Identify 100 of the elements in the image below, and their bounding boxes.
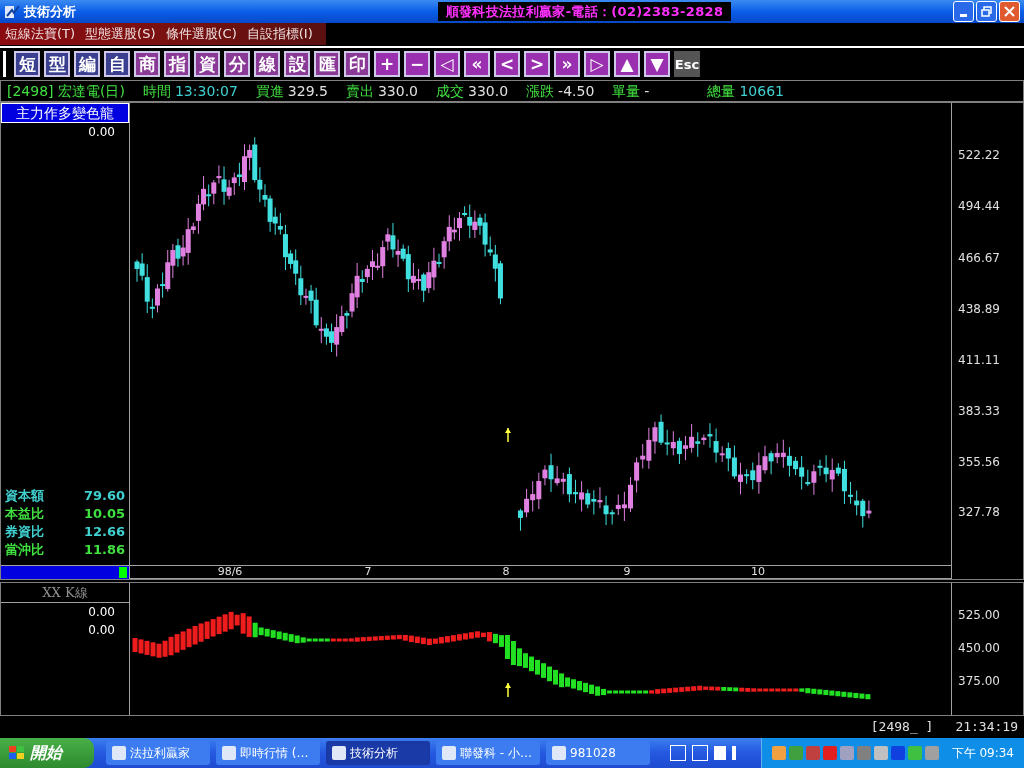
tray-icon[interactable]: [856, 746, 871, 760]
stock-symbol: [2498] 宏達電(日): [7, 81, 125, 101]
price-axis-label: 327.78: [958, 504, 1000, 521]
toolbar-button[interactable]: ◁: [434, 51, 460, 77]
tray-icon[interactable]: [924, 746, 939, 760]
toolbar-button[interactable]: ▷: [584, 51, 610, 77]
stat-label: 當沖比: [5, 541, 44, 560]
toolbar-button[interactable]: »: [554, 51, 580, 77]
taskbar-task[interactable]: 法拉利贏家: [106, 741, 210, 765]
status-time: 21:34:19: [955, 718, 1018, 737]
stat-value: 10.05: [83, 505, 125, 524]
escape-button[interactable]: Esc: [674, 51, 700, 77]
price-axis-label: 438.89: [958, 301, 1000, 318]
price-axis-label: 355.56: [958, 454, 1000, 471]
toolbar-button[interactable]: 商: [134, 51, 160, 77]
tray-icon[interactable]: [890, 746, 905, 760]
indicator-value: 0.00: [88, 124, 115, 141]
quote-label: 總量: [707, 81, 736, 101]
restore-icon: [981, 6, 992, 17]
arrow-marker-icon: [505, 427, 511, 443]
tray-icon[interactable]: [822, 746, 837, 760]
ime-icon[interactable]: [692, 745, 708, 761]
date-label: 98/6: [217, 566, 243, 578]
quote-value: 330.0: [377, 81, 418, 101]
quote-value: 10661: [739, 81, 784, 101]
close-icon: [1004, 6, 1015, 17]
stat-value: 79.60: [83, 487, 125, 506]
close-button[interactable]: [999, 1, 1020, 22]
toolbar-button[interactable]: 印: [344, 51, 370, 77]
stat-label: 資本額: [5, 487, 44, 506]
toolbar-button[interactable]: ▲: [614, 51, 640, 77]
toolbar-button[interactable]: 自: [104, 51, 130, 77]
stat-label: 本益比: [5, 505, 44, 524]
value-axis-label: 525.00: [958, 607, 1000, 624]
toolbar-button[interactable]: ▼: [644, 51, 670, 77]
toolbar-button[interactable]: 編: [74, 51, 100, 77]
quote-label: 成交: [436, 81, 464, 101]
price-axis-label: 522.22: [958, 147, 1000, 164]
toolbar-button[interactable]: 線: [254, 51, 280, 77]
tray-icon[interactable]: [788, 746, 803, 760]
chart-app-icon: [4, 3, 20, 20]
clock: 下午 09:34: [951, 745, 1014, 762]
stat-label: 券資比: [5, 523, 44, 542]
toolbar-button[interactable]: −: [404, 51, 430, 77]
minimize-button[interactable]: [953, 1, 974, 22]
toolbar-button[interactable]: >: [524, 51, 550, 77]
quote-label: 單量: [612, 81, 641, 101]
quote-label: 買進: [255, 81, 284, 101]
toolbar-button[interactable]: «: [464, 51, 490, 77]
restore-button[interactable]: [976, 1, 997, 22]
toolbar-button[interactable]: 指: [164, 51, 190, 77]
toolbar-button[interactable]: 分: [224, 51, 250, 77]
window-title: 技術分析: [24, 2, 76, 21]
status-code: [2498_ ]: [870, 718, 934, 737]
menu-item[interactable]: 自設指標(I): [241, 23, 318, 45]
menu-item[interactable]: 短線法寶(T): [0, 23, 81, 45]
taskbar-task[interactable]: 技術分析: [326, 741, 430, 765]
taskbar-task[interactable]: 981028: [546, 741, 650, 765]
date-label: 9: [623, 566, 631, 578]
price-axis-label: 383.33: [958, 403, 1000, 420]
date-label: 8: [502, 566, 510, 578]
menu-item[interactable]: 型態選股(S): [80, 23, 161, 45]
toolbar-button[interactable]: 資: [194, 51, 220, 77]
indicator-value: 0.00: [88, 622, 115, 639]
toolbar-button[interactable]: <: [494, 51, 520, 77]
tray-icon[interactable]: [839, 746, 854, 760]
toolbar-button[interactable]: 型: [44, 51, 70, 77]
toolbar-button[interactable]: +: [374, 51, 400, 77]
tray-icon[interactable]: [771, 746, 786, 760]
quote-label: 賣出: [345, 81, 374, 101]
quote-value: 13:30:07: [174, 81, 238, 101]
arrow-marker-icon: [505, 682, 511, 698]
banner-text: 順發科技法拉利贏家-電話：(02)2383-2828: [437, 2, 732, 21]
toolbar-button[interactable]: 匯: [314, 51, 340, 77]
tray-icon[interactable]: [873, 746, 888, 760]
taskbar-task[interactable]: 聯發科 - 小…: [436, 741, 540, 765]
taskbar-task[interactable]: 即時行情 (…: [216, 741, 320, 765]
quote-value: -4.50: [558, 81, 595, 101]
scroll-bar[interactable]: [1, 565, 129, 579]
windows-logo-icon: [8, 745, 26, 761]
panel-title: XX K線: [1, 583, 129, 603]
price-axis-label: 494.44: [958, 198, 1000, 215]
toolbar-button[interactable]: 短: [14, 51, 40, 77]
menu-item[interactable]: 條件選股(C): [160, 23, 242, 45]
quote-value: 329.5: [287, 81, 328, 101]
stat-value: 12.66: [83, 523, 125, 542]
quote-label: 漲跌: [526, 81, 555, 101]
start-button[interactable]: 開始: [0, 738, 94, 768]
quote-value: -: [644, 81, 650, 101]
toolbar-button[interactable]: 設: [284, 51, 310, 77]
price-axis-label: 466.67: [958, 250, 1000, 267]
tray-icon[interactable]: [805, 746, 820, 760]
quote-value: 330.0: [468, 81, 509, 101]
indicator-value: 0.00: [88, 604, 115, 621]
panel-title: 主力作多變色龍: [1, 103, 129, 123]
date-label: 10: [751, 566, 765, 578]
tray-icon[interactable]: [907, 746, 922, 760]
ime-icon[interactable]: [670, 745, 686, 761]
price-axis-label: 411.11: [958, 352, 1000, 369]
stat-value: 11.86: [83, 541, 125, 560]
